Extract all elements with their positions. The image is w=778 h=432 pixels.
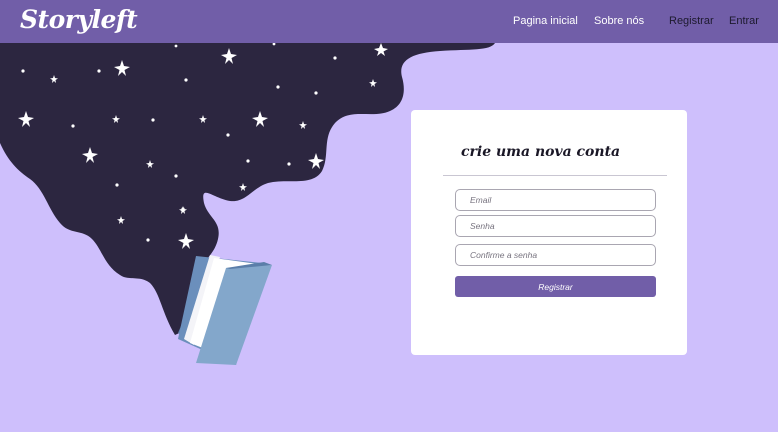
- nav-link-about[interactable]: Sobre nós: [594, 15, 644, 27]
- title-divider: [443, 175, 667, 176]
- register-card: crie uma nova conta Registrar: [411, 110, 687, 355]
- logo[interactable]: Storyleft: [20, 5, 138, 34]
- confirm-password-field[interactable]: [455, 244, 656, 266]
- password-field[interactable]: [455, 215, 656, 237]
- nav-link-login[interactable]: Entrar: [729, 15, 759, 27]
- register-button[interactable]: Registrar: [455, 276, 656, 297]
- nav-link-home[interactable]: Pagina inicial: [513, 15, 578, 27]
- email-field[interactable]: [455, 189, 656, 211]
- top-navbar: Storyleft Pagina inicial Sobre nós Regis…: [0, 0, 778, 43]
- nav-link-register[interactable]: Registrar: [669, 15, 714, 27]
- form-title: crie uma nova conta: [461, 144, 621, 160]
